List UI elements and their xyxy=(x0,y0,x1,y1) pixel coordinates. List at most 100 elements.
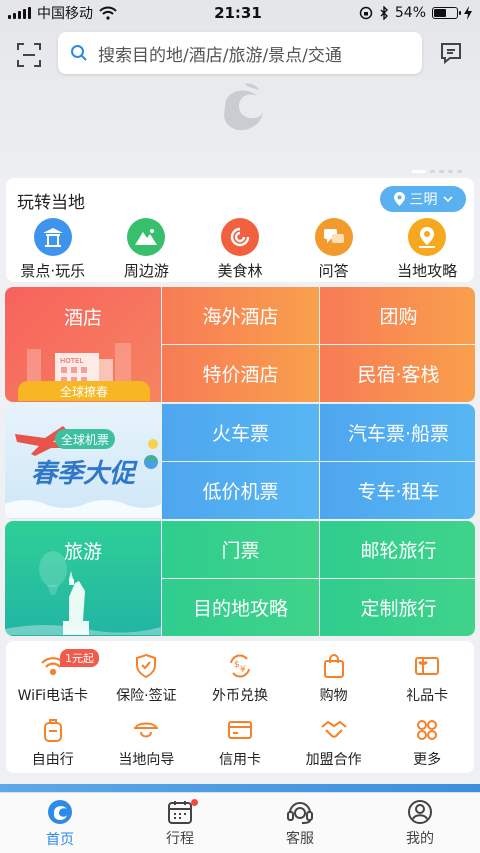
orientation-lock-icon xyxy=(359,6,373,20)
backpack-icon xyxy=(38,715,68,745)
spring-sale-banner: 全球机票 春季大促 xyxy=(5,426,161,518)
service-label: 购物 xyxy=(319,688,348,704)
scan-icon xyxy=(17,43,41,67)
local-play-card: 玩转当地 三明 景点·玩乐 周边游 美食林 问答 当地攻略 xyxy=(6,178,474,282)
signal-icon xyxy=(8,7,31,19)
promo-badge[interactable]: 全球撩春 xyxy=(18,381,150,401)
search-placeholder: 搜索目的地/酒店/旅游/景点/交通 xyxy=(98,45,342,66)
local-item-nearby[interactable]: 周边游 xyxy=(100,218,194,281)
local-item-label: 美食林 xyxy=(217,262,263,280)
tab-customer-service[interactable]: 客服 xyxy=(240,793,360,853)
food-icon xyxy=(220,218,259,256)
service-label: 更多 xyxy=(413,752,442,768)
guide-hat-icon xyxy=(131,715,161,745)
tab-label: 客服 xyxy=(286,830,314,847)
hero-banner[interactable]: 搜索目的地/酒店/旅游/景点/交通 xyxy=(0,26,480,176)
chat-bubbles-icon xyxy=(314,218,353,256)
carousel-dots xyxy=(412,170,462,173)
hotel-tile[interactable]: 酒店 HOTEL 全球撩春 xyxy=(5,287,161,402)
cheap-flight-tile[interactable]: 低价机票 xyxy=(162,462,319,519)
headset-icon xyxy=(287,801,313,824)
services-card: 1元起 WiFi电话卡 保险·签证 $ ¥ 外币兑换 购物 礼品卡 自由行 当地… xyxy=(6,641,474,773)
handshake-icon xyxy=(319,715,349,745)
travel-tile[interactable]: 旅游 xyxy=(5,521,161,636)
tab-home[interactable]: 首页 xyxy=(0,793,120,853)
tab-label: 首页 xyxy=(46,831,74,848)
service-wifi[interactable]: 1元起 WiFi电话卡 xyxy=(6,649,100,705)
transport-grid: 全球机票 春季大促 火车票 汽车票·船票 低价机票 专车·租车 xyxy=(5,404,475,519)
city-label: 三明 xyxy=(409,192,438,208)
shield-icon xyxy=(131,651,161,681)
service-free-travel[interactable]: 自由行 xyxy=(6,715,100,769)
flight-promo-title: 春季大促 xyxy=(31,459,138,489)
hotel-grid: 酒店 HOTEL 全球撩春 海外酒店 团购 特价酒店 民宿·客栈 xyxy=(5,287,475,402)
message-icon xyxy=(441,43,461,65)
mountain-icon xyxy=(127,218,166,256)
location-pin-icon xyxy=(393,192,405,206)
tab-profile[interactable]: 我的 xyxy=(360,793,480,853)
service-credit-card[interactable]: 信用卡 xyxy=(193,715,287,769)
hotel-sign: HOTEL xyxy=(60,357,83,365)
local-item-attractions[interactable]: 景点·玩乐 xyxy=(6,218,100,281)
tickets-tile[interactable]: 门票 xyxy=(162,521,319,578)
service-label: 加盟合作 xyxy=(305,752,362,768)
service-partnership[interactable]: 加盟合作 xyxy=(287,715,381,769)
service-local-guide[interactable]: 当地向导 xyxy=(100,715,194,769)
overseas-hotel-tile[interactable]: 海外酒店 xyxy=(162,287,319,344)
more-icon xyxy=(412,715,442,745)
local-title: 玩转当地 xyxy=(17,193,85,213)
map-pin-icon xyxy=(408,218,447,256)
flight-promo-tile[interactable]: 全球机票 春季大促 xyxy=(5,404,161,519)
currency-exchange-icon: $ ¥ xyxy=(225,651,255,681)
local-item-qa[interactable]: 问答 xyxy=(287,218,381,281)
svg-text:¥: ¥ xyxy=(240,665,246,675)
dolphin-watermark-icon xyxy=(224,83,263,131)
statue-of-liberty-illustration xyxy=(5,551,161,635)
search-icon xyxy=(71,45,87,61)
credit-card-icon xyxy=(225,715,255,745)
service-label: 当地向导 xyxy=(118,752,175,768)
car-rental-tile[interactable]: 专车·租车 xyxy=(320,462,475,519)
tab-label: 行程 xyxy=(166,830,194,847)
tab-bar: 首页 行程 客服 我的 xyxy=(0,792,480,853)
local-item-label: 周边游 xyxy=(123,262,169,280)
homestay-tile[interactable]: 民宿·客栈 xyxy=(320,345,475,402)
tab-itinerary[interactable]: 行程 xyxy=(120,793,240,853)
custom-travel-tile[interactable]: 定制旅行 xyxy=(320,579,475,636)
cruise-tile[interactable]: 邮轮旅行 xyxy=(320,521,475,578)
svg-text:$: $ xyxy=(234,660,240,670)
group-buy-tile[interactable]: 团购 xyxy=(320,287,475,344)
search-bar[interactable]: 搜索目的地/酒店/旅游/景点/交通 xyxy=(58,32,422,74)
service-label: WiFi电话卡 xyxy=(17,688,88,704)
city-selector[interactable]: 三明 xyxy=(380,186,466,212)
service-label: 外币兑换 xyxy=(211,688,268,704)
pavilion-icon xyxy=(33,218,72,256)
calendar-icon xyxy=(168,800,192,824)
service-currency[interactable]: $ ¥ 外币兑换 xyxy=(193,651,287,705)
service-gift-card[interactable]: 礼品卡 xyxy=(380,651,474,705)
battery-percent: 54% xyxy=(394,5,426,21)
service-shopping[interactable]: 购物 xyxy=(287,651,381,705)
wifi-status-icon xyxy=(99,6,117,20)
local-item-guide[interactable]: 当地攻略 xyxy=(380,218,474,281)
message-button[interactable] xyxy=(436,38,466,68)
local-item-food[interactable]: 美食林 xyxy=(193,218,287,281)
local-item-label: 景点·玩乐 xyxy=(20,262,86,280)
destination-guide-tile[interactable]: 目的地攻略 xyxy=(162,579,319,636)
price-badge: 1元起 xyxy=(60,649,99,667)
scan-button[interactable] xyxy=(14,40,44,70)
discount-hotel-tile[interactable]: 特价酒店 xyxy=(162,345,319,402)
local-item-label: 当地攻略 xyxy=(397,262,458,280)
bus-ferry-ticket-tile[interactable]: 汽车票·船票 xyxy=(320,404,475,461)
service-more[interactable]: 更多 xyxy=(380,715,474,769)
dolphin-home-icon xyxy=(48,799,72,824)
service-label: 自由行 xyxy=(31,752,74,768)
notification-dot xyxy=(191,799,198,806)
service-insurance-visa[interactable]: 保险·签证 xyxy=(100,651,194,705)
user-icon xyxy=(408,799,432,824)
train-ticket-tile[interactable]: 火车票 xyxy=(162,404,319,461)
service-label: 保险·签证 xyxy=(116,688,177,704)
clock: 21:31 xyxy=(214,4,262,22)
status-bar: 中国移动 21:31 54% xyxy=(0,0,480,26)
carrier-label: 中国移动 xyxy=(37,6,93,22)
